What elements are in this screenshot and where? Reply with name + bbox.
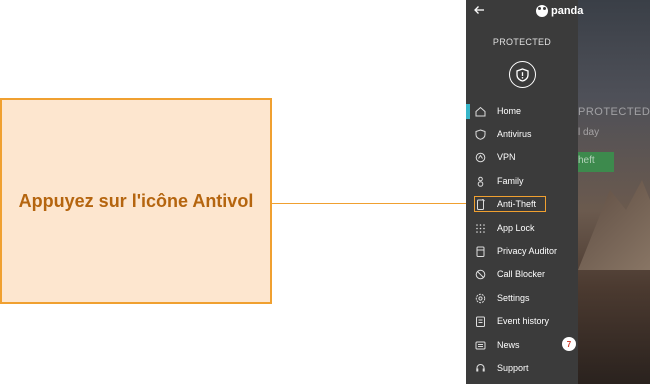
- menu-item-privacy-auditor[interactable]: Privacy Auditor: [466, 240, 578, 262]
- menu-label: Home: [497, 106, 522, 116]
- history-icon: [474, 315, 486, 327]
- panda-logo-icon: [536, 5, 548, 17]
- family-icon: [474, 175, 486, 187]
- instruction-text: Appuyez sur l'icône Antivol: [18, 190, 254, 211]
- menu-item-support[interactable]: Support: [466, 357, 578, 379]
- menu-label: Antivirus: [497, 129, 532, 139]
- news-icon: [474, 339, 486, 351]
- menu-label: App Lock: [497, 223, 535, 233]
- menu-item-event-history[interactable]: Event history: [466, 310, 578, 332]
- app-top-bar: panda: [466, 0, 650, 26]
- background-subtext: l day: [578, 127, 600, 138]
- back-arrow-icon[interactable]: [473, 4, 485, 18]
- callout-connector-line: [272, 203, 474, 204]
- protection-shield-icon[interactable]: [509, 61, 536, 88]
- shield-icon: [474, 128, 486, 140]
- background-button-label: heft: [578, 155, 595, 166]
- privacy-icon: [474, 245, 486, 257]
- menu-item-settings[interactable]: Settings: [466, 287, 578, 309]
- news-count-badge: 7: [562, 337, 576, 351]
- menu-label: Event history: [497, 316, 550, 326]
- menu-label: Family: [497, 176, 524, 186]
- support-icon: [474, 362, 486, 374]
- menu-item-app-lock[interactable]: App Lock: [466, 217, 578, 239]
- menu-item-antivirus[interactable]: Antivirus: [466, 123, 578, 145]
- navigation-drawer: PROTECTED Home Antivirus VPN Family Anti…: [466, 0, 578, 384]
- menu-label: VPN: [497, 152, 516, 162]
- keypad-icon: [474, 222, 486, 234]
- menu-item-vpn[interactable]: VPN: [466, 146, 578, 168]
- home-icon: [474, 105, 486, 117]
- menu-label: Support: [497, 363, 529, 373]
- menu-item-family[interactable]: Family: [466, 170, 578, 192]
- menu-item-home[interactable]: Home: [466, 100, 578, 122]
- phone-screen: PROTECTED l day heft PROTECTED Home Anti…: [466, 0, 650, 384]
- vpn-icon: [474, 151, 486, 163]
- menu-label: Call Blocker: [497, 269, 546, 279]
- anti-theft-highlight: [474, 196, 546, 212]
- background-status-text: PROTECTED: [578, 106, 650, 118]
- panda-logo: panda: [536, 5, 583, 17]
- menu-label: Settings: [497, 293, 530, 303]
- protection-status: PROTECTED: [492, 37, 552, 47]
- menu-label: Privacy Auditor: [497, 246, 558, 256]
- call-blocker-icon: [474, 268, 486, 280]
- gear-icon: [474, 292, 486, 304]
- menu-label: News: [497, 340, 520, 350]
- menu-item-call-blocker[interactable]: Call Blocker: [466, 263, 578, 285]
- logo-text: panda: [551, 5, 584, 17]
- instruction-callout: Appuyez sur l'icône Antivol: [0, 98, 272, 304]
